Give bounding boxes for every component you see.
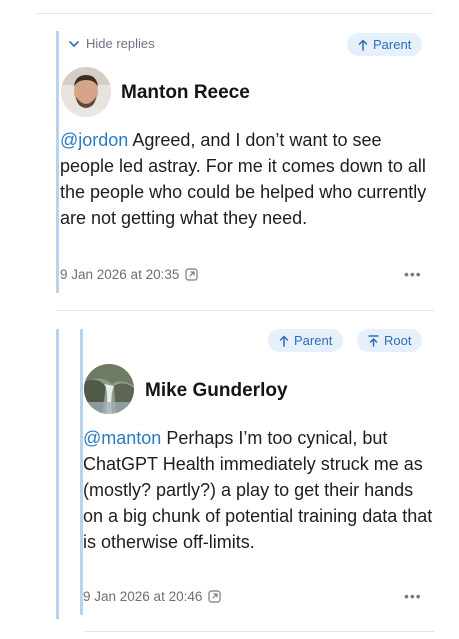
divider [84, 631, 434, 632]
post-body: @manton Perhaps I’m too cynical, but Cha… [83, 425, 433, 555]
parent-button[interactable]: Parent [347, 33, 423, 56]
avatar[interactable] [61, 67, 111, 117]
avatar[interactable] [84, 364, 134, 414]
author-name[interactable]: Mike Gunderloy [145, 380, 288, 402]
parent-label: Parent [373, 37, 412, 52]
author-name[interactable]: Manton Reece [121, 82, 250, 104]
post-body: @jordon Agreed, and I don’t want to see … [60, 127, 432, 231]
hide-replies-button[interactable]: Hide replies [68, 36, 155, 51]
timestamp-link[interactable]: 9 Jan 2026 at 20:46 [83, 589, 221, 604]
divider [56, 310, 434, 311]
more-icon[interactable]: ••• [404, 588, 422, 604]
parent-button[interactable]: Parent [268, 329, 344, 352]
divider [37, 13, 433, 14]
timestamp-link[interactable]: 9 Jan 2026 at 20:35 [60, 267, 198, 282]
arrow-up-bar-icon [368, 334, 379, 347]
timestamp: 9 Jan 2026 at 20:46 [83, 589, 203, 604]
thread-rail [56, 329, 59, 619]
arrow-up-icon [279, 334, 289, 347]
timestamp: 9 Jan 2026 at 20:35 [60, 267, 180, 282]
external-link-icon [208, 590, 221, 603]
mention-link[interactable]: @jordon [60, 130, 128, 150]
root-label: Root [384, 333, 412, 348]
arrow-up-icon [358, 38, 368, 51]
parent-label: Parent [294, 333, 333, 348]
root-button[interactable]: Root [357, 329, 423, 352]
thread-rail [56, 31, 59, 293]
mention-link[interactable]: @manton [83, 428, 161, 448]
external-link-icon [185, 268, 198, 281]
chevron-down-icon [69, 40, 79, 47]
more-icon[interactable]: ••• [404, 266, 422, 282]
hide-replies-label: Hide replies [86, 36, 155, 51]
